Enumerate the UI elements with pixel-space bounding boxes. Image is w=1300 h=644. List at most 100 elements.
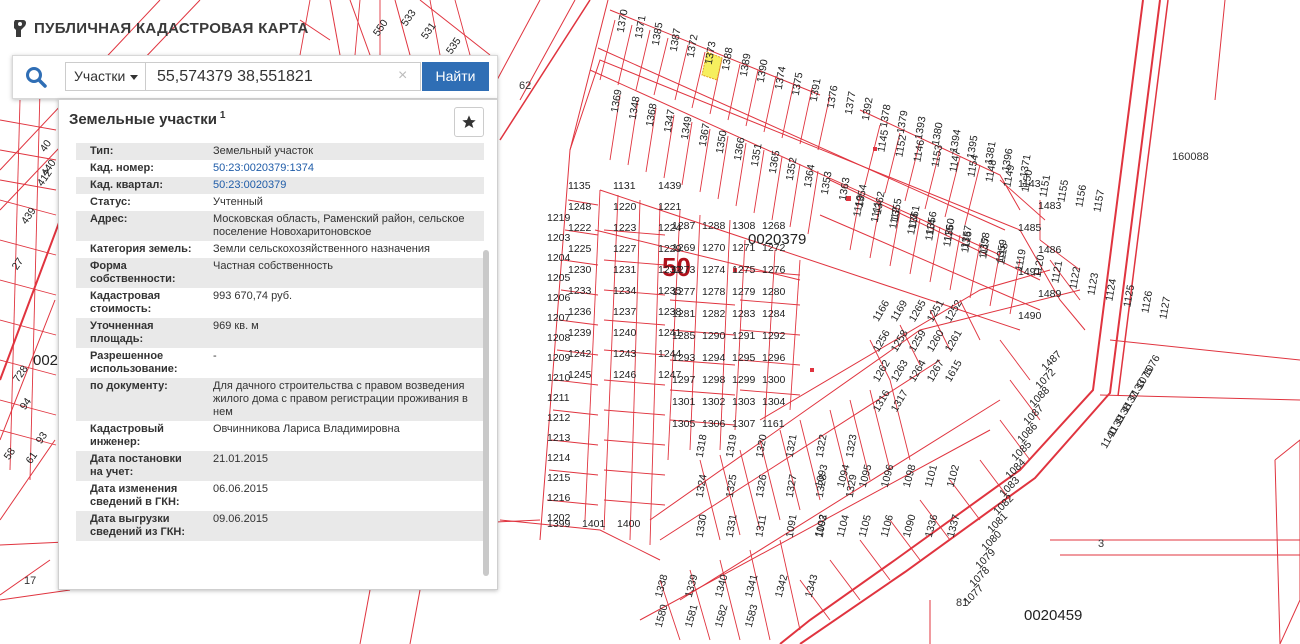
search-type-label: Участки (74, 68, 126, 84)
parcel-number: 1279 (732, 286, 756, 298)
attribute-value: 09.06.2015 (213, 513, 269, 525)
parcel-number: 1131 (613, 180, 636, 192)
attribute-row: Дата выгрузки сведений из ГКН: 09.06.2015 (76, 511, 484, 541)
parcel-number: 1301 (672, 396, 696, 408)
parcel-number: 1269 (672, 242, 696, 254)
result-count: 1 (219, 110, 226, 121)
parcel-number: 1300 (762, 374, 786, 386)
attribute-value: Земли сельскохозяйственного назначения (213, 243, 430, 255)
map-misc-label: 17 (24, 575, 37, 587)
attribute-link[interactable]: 50:23:0020379:1374 (196, 162, 484, 175)
parcel-number: 1236 (568, 306, 592, 318)
parcel-number: 1274 (702, 264, 726, 276)
chevron-down-icon (130, 74, 139, 80)
parcel-number: 1214 (547, 452, 571, 464)
attribute-row: Кадастровая стоимость: 993 670,74 руб. (76, 288, 484, 318)
attribute-key: Дата постановки на учет: (90, 453, 182, 478)
map-misc-label: 3 (1098, 538, 1105, 550)
parcel-number: 1284 (762, 308, 786, 320)
app-logo[interactable]: ПУБЛИЧНАЯ КАДАСТРОВАЯ КАРТА (12, 18, 309, 38)
parcel-number: 1491 (1018, 266, 1042, 278)
clear-icon[interactable]: × (398, 68, 407, 84)
parcel-number: 1231 (613, 264, 637, 276)
parcel-number: 1280 (762, 286, 786, 298)
search-icon[interactable] (25, 66, 47, 88)
parcel-number: 1215 (547, 472, 571, 484)
parcel-number: 1219 (547, 212, 571, 224)
parcel-number: 1295 (732, 352, 756, 364)
parcel-number: 1292 (762, 330, 786, 342)
parcel-number: 1278 (702, 286, 726, 298)
parcel-number: 1203 (547, 232, 571, 244)
parcel-info-panel: Земельные участки 1 Тип: Земельный участок… (58, 99, 498, 590)
parcel-number: 1490 (1018, 310, 1042, 322)
parcel-number: 1242 (568, 348, 592, 360)
attribute-row: Разрешенное использование: - (76, 348, 484, 378)
parcel-number: 1489 (1038, 288, 1062, 300)
parcel-number: 1240 (613, 327, 637, 339)
parcel-number: 1248 (568, 201, 592, 213)
panel-title: Земельные участки 1 (69, 110, 225, 128)
parcel-number: 1486 (1038, 244, 1062, 256)
attribute-value: Частная собственность (213, 260, 334, 272)
parcel-number: 1143 (1018, 178, 1041, 190)
parcel-number: 1209 (547, 352, 571, 364)
parcel-number: 1299 (732, 374, 756, 386)
attribute-value: 06.06.2015 (213, 483, 269, 495)
parcel-number: 1485 (1018, 222, 1042, 234)
parcel-number: 1206 (547, 292, 571, 304)
parcel-number: 1246 (613, 369, 637, 381)
attribute-table: Тип: Земельный участок Кад. номер: 50:23:00… (76, 143, 484, 583)
attribute-value: Земельный участок (213, 145, 314, 157)
star-icon (462, 115, 476, 128)
favorite-button[interactable] (454, 107, 484, 137)
find-button[interactable]: Найти (422, 62, 489, 91)
attribute-key: Категория земель: (90, 243, 192, 255)
attribute-row: Статус: Учтенный (76, 194, 484, 211)
search-bar: Участки × Найти (12, 55, 498, 99)
parcel-number: 1273 (672, 264, 696, 276)
parcel-number: 1207 (547, 312, 571, 324)
parcel-number: 1304 (762, 396, 786, 408)
attribute-row: Кадастровый инженер: Овчинникова Лариса В… (76, 421, 484, 451)
parcel-number: 1293 (672, 352, 696, 364)
panel-title-text: Земельные участки (69, 111, 217, 128)
attribute-row: Уточненная площадь: 969 кв. м (76, 318, 484, 348)
parcel-number: 1297 (672, 374, 696, 386)
attribute-value: Учтенный (213, 196, 263, 208)
parcel-number: 1233 (568, 285, 592, 297)
search-type-select[interactable]: Участки (65, 62, 145, 91)
attribute-value: 21.01.2015 (213, 453, 269, 465)
attribute-value: Московская область, Раменский район, сел… (213, 213, 465, 238)
map-misc-label: 62 (519, 80, 532, 92)
attribute-link[interactable]: 50:23:0020379 (196, 179, 484, 192)
parcel-number: 1204 (547, 252, 571, 264)
attribute-value: Для дачного строительства с правом возве… (213, 380, 468, 418)
parcel-number: 1225 (568, 243, 592, 255)
attribute-key: Форма собственности: (90, 260, 176, 285)
attribute-row: Категория земель: Земли сельскохозяйствен… (76, 241, 484, 258)
attribute-key: Разрешенное использование: (90, 350, 178, 375)
attribute-key: Адрес: (90, 213, 128, 225)
parcel-number: 1208 (547, 332, 571, 344)
attribute-value: Овчинникова Лариса Владимировна (213, 423, 400, 435)
search-input[interactable] (145, 62, 421, 91)
attribute-key: Кад. квартал: (90, 179, 164, 191)
attribute-key: Кадастровый инженер: (90, 423, 164, 448)
attribute-row: Адрес: Московская область, Раменский райо… (76, 211, 484, 241)
panel-scrollbar[interactable] (483, 250, 489, 576)
parcel-number: 1245 (568, 369, 592, 381)
attribute-key: Дата выгрузки сведений из ГКН: (90, 513, 186, 538)
attribute-key: Тип: (90, 145, 114, 157)
attribute-row: Кад. номер: 50:23:0020379:1374 (76, 160, 484, 177)
parcel-number: 1276 (762, 264, 786, 276)
attribute-key: Статус: (90, 196, 131, 208)
parcel-number: 1272 (762, 242, 786, 254)
parcel-number: 1290 (702, 330, 726, 342)
parcel-number: 1234 (613, 285, 637, 297)
parcel-number: 1401 (582, 518, 606, 530)
parcel-number: 1400 (617, 518, 641, 530)
parcel-number: 1243 (613, 348, 637, 360)
parcel-number: 1239 (568, 327, 592, 339)
parcel-number: 1288 (702, 220, 726, 232)
